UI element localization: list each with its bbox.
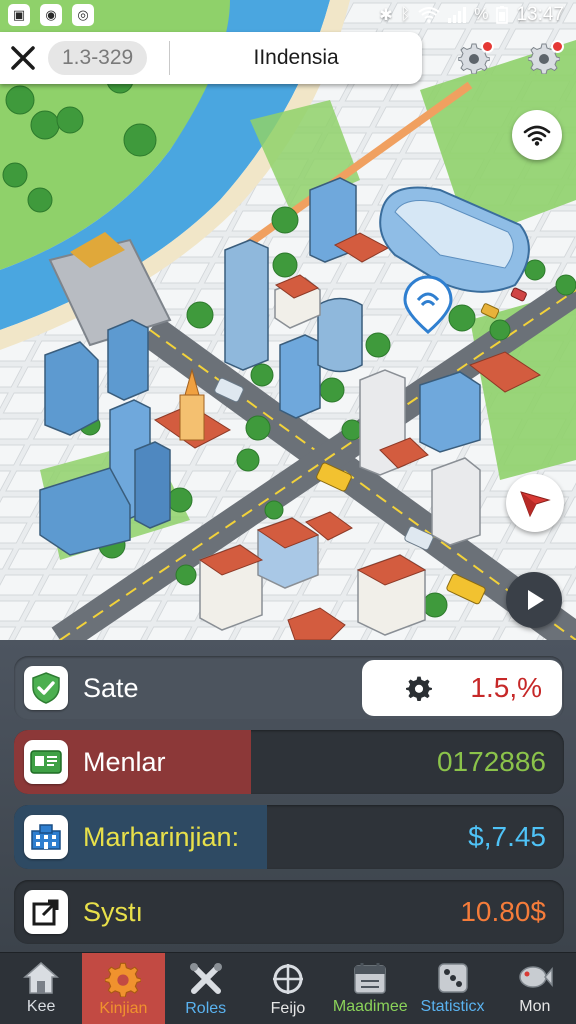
nav-item-statisticx[interactable]: Statisticx [411, 953, 493, 1024]
stat-label: Sate [83, 673, 139, 703]
signal-text: % [474, 6, 489, 23]
stat-value: 10.80$ [460, 896, 546, 927]
home-icon [23, 962, 60, 994]
building-icon [24, 815, 68, 859]
expand-box-icon [24, 890, 68, 934]
top-bar: 1.3-329 IIndensia [0, 30, 576, 86]
shield-check-icon [24, 666, 68, 710]
nav-item-feijo[interactable]: Feijo [247, 953, 329, 1024]
location-icon: ◉ [40, 4, 62, 26]
nav-item-maadimee[interactable]: Maadimee [329, 953, 411, 1024]
stat-value: $,7.45 [468, 821, 546, 852]
stats-panel: Sate 1.5,% Menlar 0172886 Marharinjian: … [0, 640, 576, 952]
tools-icon [189, 963, 222, 994]
clock: 13:47 [516, 4, 564, 25]
nav-label: Kinjian [99, 1000, 148, 1017]
bluetooth-alt-icon: ᛒ [400, 6, 411, 23]
stat-label: Systı [83, 897, 144, 927]
battery-icon [496, 6, 509, 24]
nav-label: Kee [26, 998, 56, 1015]
navigate-button[interactable] [506, 474, 564, 532]
id-card-icon [24, 740, 68, 784]
wifi-button[interactable] [512, 110, 562, 160]
settings-button[interactable] [454, 38, 494, 78]
stat-value: 1.5,% [470, 672, 542, 703]
crosshair-icon [272, 964, 303, 994]
dice-icon [437, 963, 468, 993]
notification-dot [481, 40, 494, 53]
close-button[interactable] [0, 32, 46, 84]
calendar-icon [354, 963, 387, 994]
gear-icon [105, 962, 142, 997]
bluetooth-icon: ✱ [379, 7, 393, 24]
status-bar: ▣ ◉ ◎ ✱ ᛒ % 13:47 [0, 0, 576, 30]
nav-label: Statisticx [420, 998, 485, 1015]
play-icon [528, 590, 544, 610]
stat-label: Menlar [83, 747, 166, 777]
stat-row-safety[interactable]: Sate 1.5,% [14, 656, 564, 720]
close-icon [11, 46, 35, 70]
stat-label: Marharinjian: [83, 822, 240, 852]
nav-item-kee[interactable]: Kee [0, 953, 82, 1024]
signal-icon [448, 7, 467, 23]
nav-item-kinjian[interactable]: Kinjian [82, 953, 165, 1024]
city-map[interactable] [0, 0, 576, 640]
stat-row-marharinjian[interactable]: Marharinjian: $,7.45 [14, 805, 564, 869]
nav-label: Maadimee [332, 998, 408, 1015]
stat-value: 0172886 [436, 746, 546, 777]
stat-row-menlar[interactable]: Menlar 0172886 [14, 730, 564, 794]
nav-label: Feijo [270, 1000, 306, 1017]
bottom-nav: Kee Kinjian Roles Feijo Maadimee Statist… [0, 952, 576, 1024]
nav-label: Roles [185, 1000, 227, 1017]
play-button[interactable] [506, 572, 562, 628]
circle-app-icon: ◎ [72, 4, 94, 26]
settings-alt-button[interactable] [524, 38, 564, 78]
region-title: IIndensia [253, 46, 339, 69]
notification-dot [551, 40, 564, 53]
nav-item-mon[interactable]: Mon [494, 953, 576, 1024]
code-field[interactable]: 1.3-329 [48, 41, 148, 75]
navigation-arrow-icon [520, 491, 551, 518]
search-panel: 1.3-329 IIndensia [0, 32, 422, 84]
wifi-icon [418, 7, 440, 23]
stat-row-system[interactable]: Systı 10.80$ [14, 880, 564, 944]
city-map-canvas[interactable] [0, 0, 576, 640]
safety-value-pill: 1.5,% [362, 660, 562, 716]
nav-item-roles[interactable]: Roles [165, 953, 247, 1024]
image-icon: ▣ [8, 4, 30, 26]
gear-icon [406, 676, 432, 701]
wifi-icon [523, 125, 551, 146]
fish-icon [519, 966, 553, 988]
nav-label: Mon [519, 998, 551, 1015]
